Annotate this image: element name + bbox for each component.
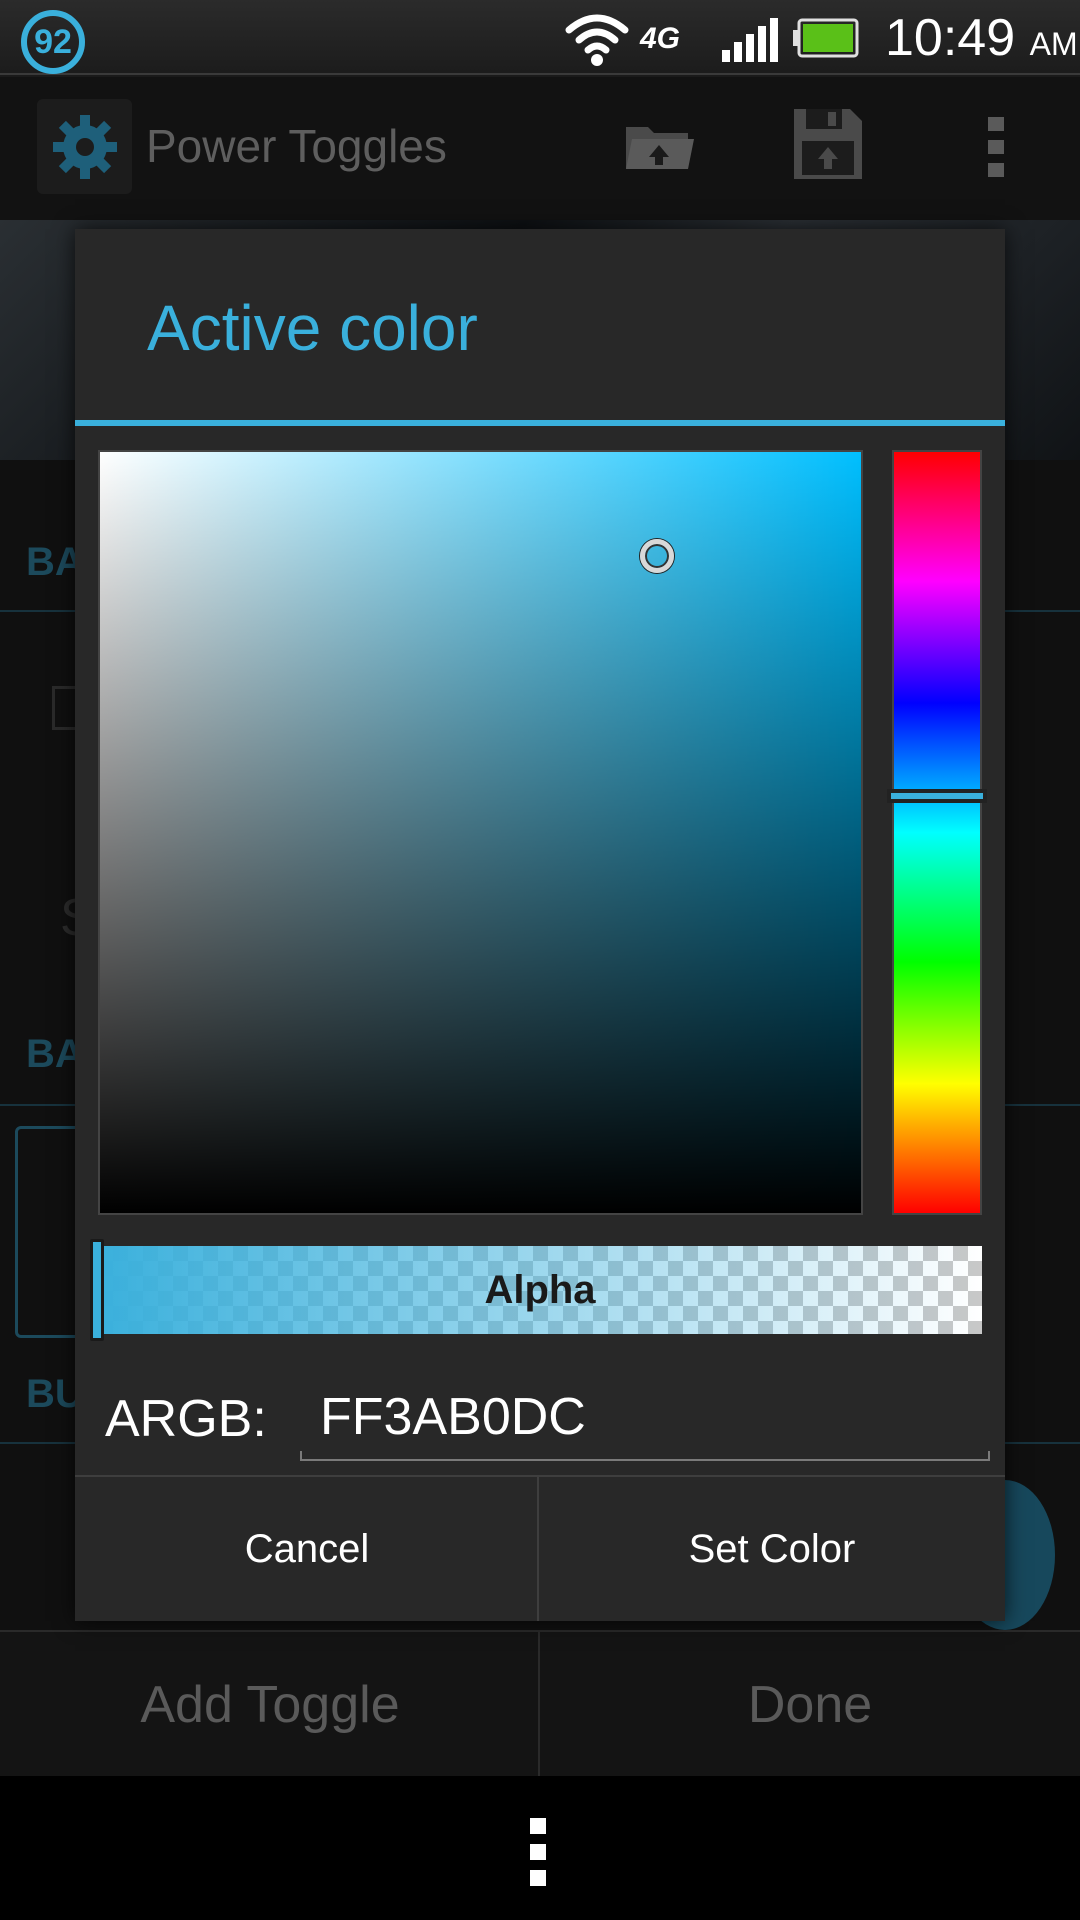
color-picker-dialog: Active color Alpha ARGB: Cancel Set Colo… (75, 229, 1005, 1621)
app-title: Power Toggles (146, 120, 447, 172)
signal-icon (722, 18, 778, 62)
wifi-icon (565, 14, 629, 66)
bottom-actions: Add Toggle Done (0, 1630, 1080, 1778)
set-color-button[interactable]: Set Color (539, 1477, 1005, 1621)
app-action-bar: Power Toggles (0, 77, 1080, 220)
status-bar: 92 4G 10:49 AM (0, 0, 1080, 75)
saturation-value-cursor[interactable] (640, 539, 674, 573)
hue-slider[interactable] (892, 450, 982, 1215)
dialog-button-bar: Cancel Set Color (75, 1475, 1005, 1621)
dialog-title: Active color (147, 292, 478, 364)
navigation-bar (0, 1776, 1080, 1920)
cancel-button[interactable]: Cancel (75, 1477, 539, 1621)
clock: 10:49 AM (885, 8, 1078, 68)
gear-icon (52, 114, 117, 179)
add-toggle-button[interactable]: Add Toggle (0, 1632, 540, 1778)
title-divider (75, 420, 1005, 426)
overflow-menu-icon[interactable] (988, 117, 1004, 177)
alpha-slider[interactable]: Alpha (98, 1246, 982, 1334)
argb-label: ARGB: (105, 1390, 267, 1448)
notification-badge-icon: 92 (21, 10, 85, 74)
saturation-value-picker[interactable] (98, 450, 863, 1215)
app-icon[interactable] (37, 99, 132, 194)
alpha-label: Alpha (484, 1267, 596, 1312)
done-button[interactable]: Done (540, 1632, 1080, 1778)
argb-input[interactable] (300, 1379, 990, 1455)
clock-time: 10:49 (885, 9, 1016, 67)
nav-menu-icon[interactable] (530, 1818, 546, 1896)
argb-input-underline (300, 1451, 990, 1461)
alpha-slider-handle[interactable] (90, 1239, 104, 1341)
hue-slider-handle[interactable] (887, 789, 987, 803)
clock-ampm: AM (1029, 26, 1078, 62)
folder-upload-icon[interactable] (622, 113, 696, 175)
network-type-label: 4G (640, 22, 681, 55)
battery-icon (793, 18, 859, 58)
notification-count: 92 (34, 22, 72, 61)
save-icon[interactable] (792, 107, 864, 181)
